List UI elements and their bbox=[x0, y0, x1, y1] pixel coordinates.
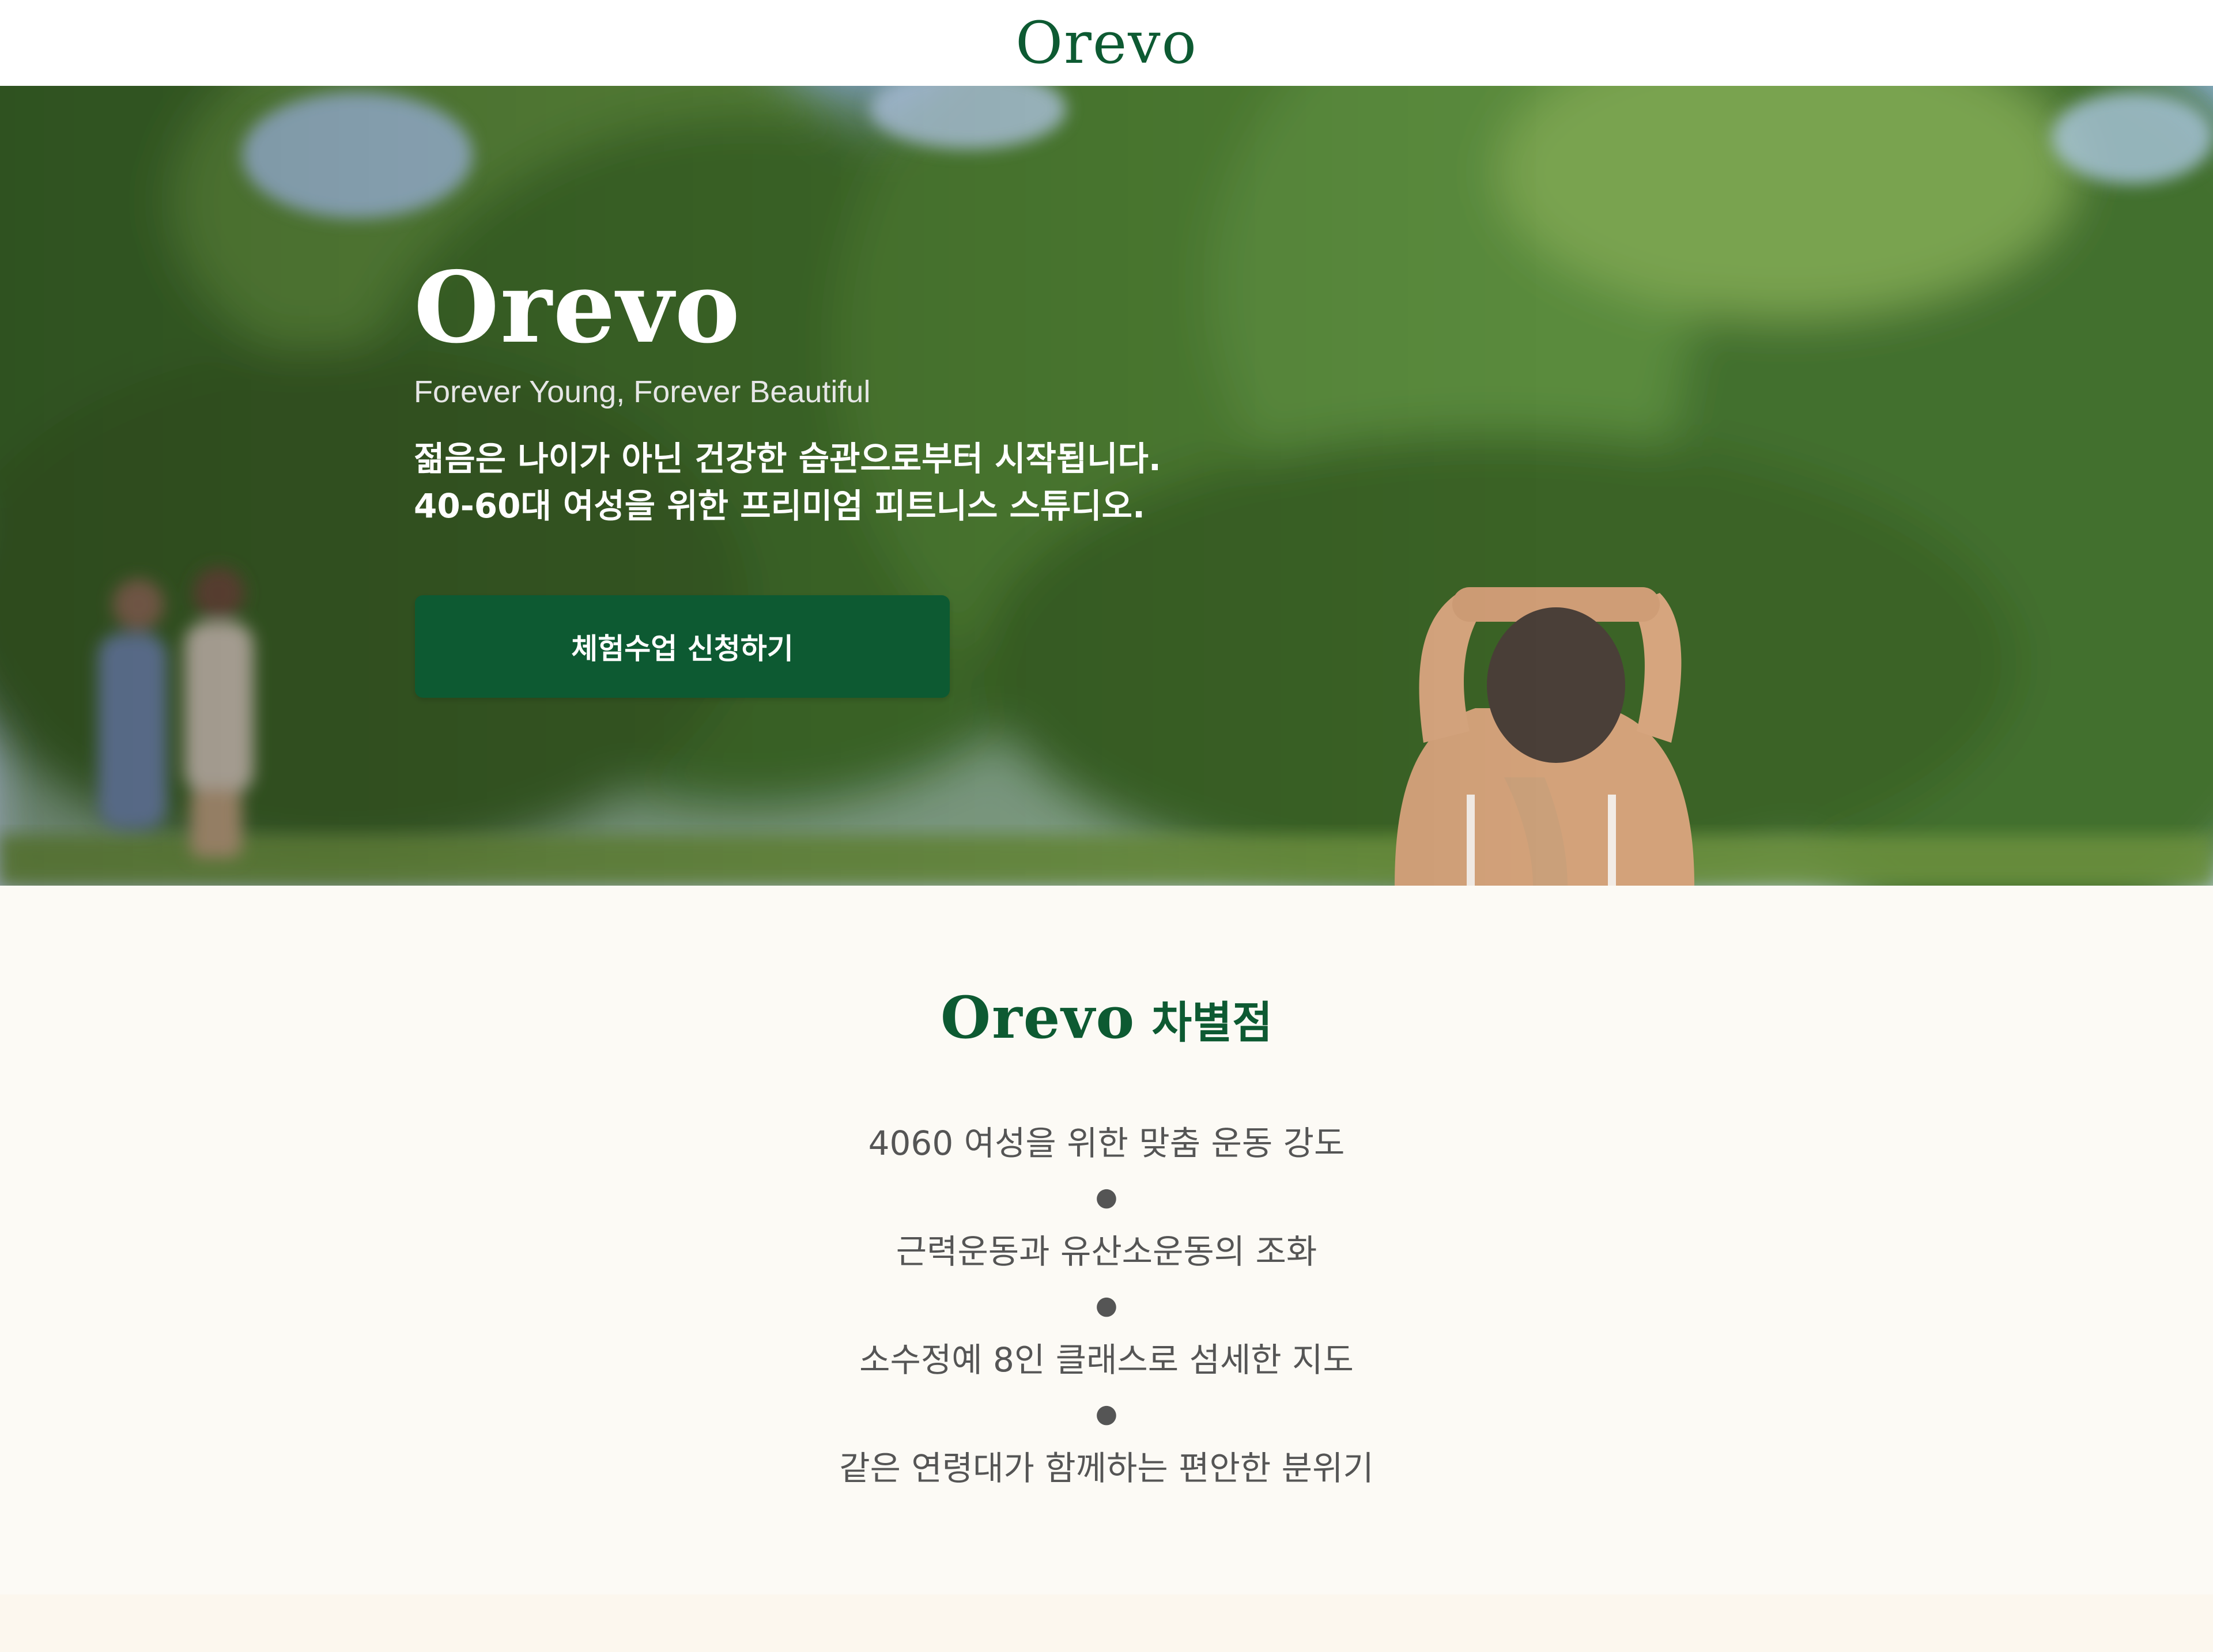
feature-item: 근력운동과 유산소운동의 조화 bbox=[896, 1232, 1317, 1271]
hero-section: Orevo Forever Young, Forever Beautiful 젊… bbox=[0, 86, 2213, 886]
trial-class-button[interactable]: 체험수업 신청하기 bbox=[415, 595, 950, 698]
bullet-dot-icon: ● bbox=[1095, 1399, 1118, 1428]
hero-description-line-1: 젊음은 나이가 아닌 건강한 습관으로부터 시작됩니다. bbox=[414, 439, 1161, 478]
next-section-edge bbox=[0, 1594, 2213, 1652]
features-section: Orevo 차별점 4060 여성을 위한 맞춤 운동 강도 ● 근력운동과 유산… bbox=[0, 886, 2213, 1594]
features-heading-suffix: 차별점 bbox=[1151, 997, 1272, 1048]
hero-description-line-2: 40-60대 여성을 위한 프리미엄 피트니스 스튜디오. bbox=[414, 486, 1145, 526]
hero-content: Orevo Forever Young, Forever Beautiful 젊… bbox=[414, 259, 1278, 530]
hero-title: Orevo bbox=[414, 250, 741, 365]
feature-item: 4060 여성을 위한 맞춤 운동 강도 bbox=[868, 1124, 1345, 1163]
hero-description: 젊음은 나이가 아닌 건강한 습관으로부터 시작됩니다. 40-60대 여성을 … bbox=[414, 435, 1278, 530]
features-heading: Orevo 차별점 bbox=[0, 984, 2213, 1052]
bullet-dot-icon: ● bbox=[1095, 1291, 1118, 1320]
bullet-dot-icon: ● bbox=[1095, 1182, 1118, 1212]
feature-item: 같은 연령대가 함께하는 편안한 분위기 bbox=[839, 1449, 1374, 1488]
hero-tagline: Forever Young, Forever Beautiful bbox=[414, 375, 871, 409]
top-bar: Orevo bbox=[0, 0, 2213, 86]
feature-item: 소수정예 8인 클래스로 섬세한 지도 bbox=[859, 1340, 1354, 1379]
feature-list: 4060 여성을 위한 맞춤 운동 강도 ● 근력운동과 유산소운동의 조화 ●… bbox=[0, 1116, 2213, 1495]
site-logo[interactable]: Orevo bbox=[1015, 14, 1198, 72]
features-heading-brand: Orevo bbox=[941, 984, 1136, 1052]
